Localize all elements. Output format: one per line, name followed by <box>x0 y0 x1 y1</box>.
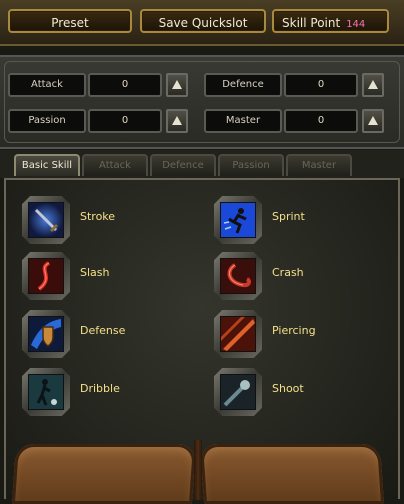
stat-value-passion: 0 <box>88 109 162 133</box>
skill-stroke[interactable]: Stroke <box>22 196 172 244</box>
book-page-left <box>11 444 197 504</box>
dribble-icon[interactable] <box>28 374 64 410</box>
stat-value-attack: 0 <box>88 73 162 97</box>
book-page-right <box>199 444 385 504</box>
skill-list-panel: Stroke Sprint Slash Crash Defense Pierci… <box>4 178 400 504</box>
skill-shoot[interactable]: Shoot <box>214 368 364 416</box>
tab-master[interactable]: Master <box>286 154 352 176</box>
skill-slash[interactable]: Slash <box>22 252 172 300</box>
skill-defense[interactable]: Defense <box>22 310 172 358</box>
defence-increase-icon[interactable] <box>362 73 384 97</box>
stat-label-passion: Passion <box>8 109 86 133</box>
tab-passion[interactable]: Passion <box>218 154 284 176</box>
piercing-icon[interactable] <box>220 316 256 352</box>
passion-increase-icon[interactable] <box>166 109 188 133</box>
sword-icon[interactable] <box>28 202 64 238</box>
stat-value-defence: 0 <box>284 73 358 97</box>
top-bar: Preset Save Quickslot Skill Point 144 <box>0 0 404 46</box>
crash-icon[interactable] <box>220 258 256 294</box>
sprint-icon[interactable] <box>220 202 256 238</box>
shield-icon[interactable] <box>28 316 64 352</box>
preset-button[interactable]: Preset <box>8 9 132 33</box>
book-spine <box>194 440 202 500</box>
skill-point-label: Skill Point <box>282 16 341 30</box>
skill-name: Piercing <box>272 324 316 337</box>
skill-name: Dribble <box>80 382 120 395</box>
tab-attack[interactable]: Attack <box>82 154 148 176</box>
skill-dribble[interactable]: Dribble <box>22 368 172 416</box>
skill-point-display: Skill Point 144 <box>272 9 389 33</box>
skill-name: Defense <box>80 324 126 337</box>
slash-icon[interactable] <box>28 258 64 294</box>
tab-defence[interactable]: Defence <box>150 154 216 176</box>
skill-piercing[interactable]: Piercing <box>214 310 364 358</box>
book-decoration <box>8 434 388 504</box>
master-increase-icon[interactable] <box>362 109 384 133</box>
save-quickslot-button[interactable]: Save Quickslot <box>140 9 266 33</box>
skill-name: Crash <box>272 266 304 279</box>
skill-point-value: 144 <box>346 19 366 30</box>
stat-label-defence: Defence <box>204 73 282 97</box>
skill-crash[interactable]: Crash <box>214 252 364 300</box>
stat-value-master: 0 <box>284 109 358 133</box>
skill-sprint[interactable]: Sprint <box>214 196 364 244</box>
skill-tabs: Basic Skill Attack Defence Passion Maste… <box>0 150 404 178</box>
skill-name: Slash <box>80 266 110 279</box>
stat-label-master: Master <box>204 109 282 133</box>
skill-name: Stroke <box>80 210 116 223</box>
shoot-icon[interactable] <box>220 374 256 410</box>
skill-name: Sprint <box>272 210 305 223</box>
stats-panel: Attack 0 Defence 0 Passion 0 Master 0 <box>0 55 404 149</box>
tab-basic-skill[interactable]: Basic Skill <box>14 154 80 176</box>
skill-name: Shoot <box>272 382 304 395</box>
attack-increase-icon[interactable] <box>166 73 188 97</box>
stat-label-attack: Attack <box>8 73 86 97</box>
